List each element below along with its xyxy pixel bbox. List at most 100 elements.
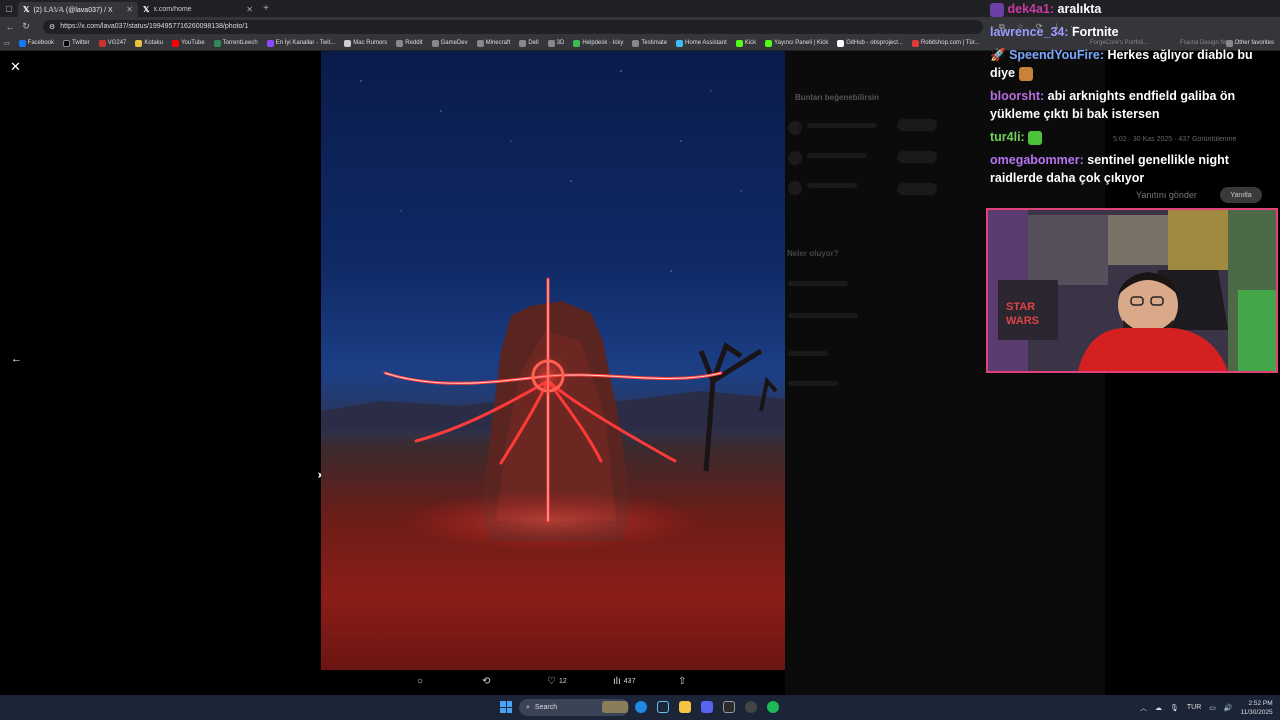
site-info-icon[interactable]: ⚙ xyxy=(49,23,55,31)
x-logo-icon: 𝕏 xyxy=(143,5,150,14)
torrentleech-icon xyxy=(213,39,221,47)
trend-item[interactable] xyxy=(788,313,858,318)
macrumors-icon xyxy=(344,39,352,47)
whats-happening-heading: Neler oluyor? xyxy=(787,249,839,258)
bookmark[interactable]: YouTube xyxy=(172,39,205,47)
trend-item[interactable] xyxy=(788,381,838,386)
chat-badge-icon xyxy=(990,2,1004,17)
svg-text:WARS: WARS xyxy=(1006,315,1039,327)
bookmark[interactable]: Reddit xyxy=(396,39,423,47)
bookmark[interactable]: Testimate xyxy=(632,39,667,47)
tab-title: x.com/home xyxy=(153,6,192,13)
language-indicator[interactable]: TUR xyxy=(1187,704,1201,711)
like-action[interactable]: ♡ 12 xyxy=(547,676,567,687)
follow-button[interactable] xyxy=(897,119,937,131)
folder-icon xyxy=(476,39,484,47)
follow-button[interactable] xyxy=(897,151,937,163)
back-icon[interactable]: ← xyxy=(5,22,15,32)
folder-icon xyxy=(632,39,640,47)
spotify-icon[interactable] xyxy=(767,701,779,713)
url-field[interactable]: ⚙ https://x.com/lava037/status/199495771… xyxy=(43,19,983,34)
might-like-heading: Bunları beğenebilirsin xyxy=(795,93,880,102)
trend-item[interactable] xyxy=(788,281,848,286)
obs-icon[interactable] xyxy=(745,701,757,713)
file-explorer-icon[interactable] xyxy=(679,701,691,713)
bookmark[interactable]: Mac Rumors xyxy=(344,39,387,47)
tab-close-icon[interactable]: ✕ xyxy=(246,5,253,14)
bookmark[interactable]: Kotaku xyxy=(135,39,163,47)
chat-username: omegabommer: xyxy=(990,153,1084,167)
close-icon[interactable]: ✕ xyxy=(10,59,21,75)
clock-time: 2:52 PM xyxy=(1248,699,1273,707)
bookmark[interactable]: Kick xyxy=(735,39,756,47)
discord-icon[interactable] xyxy=(701,701,713,713)
reload-icon[interactable]: ↻ xyxy=(21,21,31,32)
github-icon xyxy=(837,39,845,47)
bookmark[interactable]: En İyi Kanallar - Twit... xyxy=(266,39,335,47)
suggestion-name xyxy=(807,123,877,128)
emote-icon xyxy=(1028,130,1043,145)
bookmark[interactable]: Robitshop.com | Tür... xyxy=(911,39,979,47)
tweet-photo[interactable] xyxy=(321,51,785,670)
bookmark[interactable]: Twitter xyxy=(63,39,90,47)
bookmark[interactable]: Home Assistant xyxy=(676,39,727,47)
bookmark[interactable]: Helpdesk · Icky xyxy=(573,39,623,47)
display-icon[interactable]: ▭ xyxy=(1209,704,1216,712)
youtube-icon xyxy=(172,39,180,47)
microphone-icon[interactable]: 🎙 xyxy=(1170,704,1179,712)
new-tab-icon[interactable]: + xyxy=(258,3,274,14)
kotaku-icon xyxy=(135,39,143,47)
widget-icon[interactable] xyxy=(602,701,628,713)
chat-username: bloorsht: xyxy=(990,89,1045,103)
views-chart-icon: ılı xyxy=(613,676,621,687)
avatar xyxy=(788,181,802,195)
tab-menu-icon[interactable]: ▢ xyxy=(0,0,18,17)
chat-message: dek4a1: aralıkta xyxy=(990,0,1275,18)
views-action[interactable]: ılı 437 xyxy=(613,676,635,687)
share-icon: ⇧ xyxy=(678,676,687,687)
browser-tab[interactable]: 𝕏 x.com/home ✕ xyxy=(138,2,258,17)
chat-username: lawrence_34: xyxy=(990,25,1069,39)
folder-icon xyxy=(431,39,439,47)
chat-username: SpeendYouFire: xyxy=(1009,48,1104,62)
retweet-action[interactable]: ⟲ xyxy=(482,676,493,687)
follow-button[interactable] xyxy=(897,183,937,195)
bookmark[interactable]: Yayıncı Paneli | Kick xyxy=(765,39,828,47)
reply-action[interactable]: ○ xyxy=(417,676,426,687)
edge-browser-icon[interactable] xyxy=(635,701,647,713)
windows-start-icon[interactable] xyxy=(500,701,512,713)
twitter-icon xyxy=(63,39,71,47)
tab-close-icon[interactable]: ✕ xyxy=(126,5,133,14)
suggestion-name xyxy=(807,153,867,158)
robitshop-icon xyxy=(911,39,919,47)
share-action[interactable]: ⇧ xyxy=(678,676,686,687)
browser-tab-active[interactable]: 𝕏 (2) 𝕃𝔸𝕍𝔸 (@lava037) / X ✕ xyxy=(18,2,138,17)
bookmark[interactable]: GitHub - obsproject... xyxy=(837,39,903,47)
app-icon[interactable] xyxy=(723,701,735,713)
helpdesk-icon xyxy=(573,39,581,47)
cloud-icon[interactable]: ☁ xyxy=(1155,704,1162,712)
clock[interactable]: 2:52 PM 11/30/2025 xyxy=(1241,699,1273,717)
bookmark[interactable]: Dell xyxy=(519,39,539,47)
twitch-icon xyxy=(266,39,274,47)
chat-username: tur4li: xyxy=(990,130,1025,144)
kick-icon xyxy=(765,39,773,47)
steam-icon[interactable] xyxy=(657,701,669,713)
bookmarks-menu-icon[interactable]: ▭ xyxy=(4,40,10,47)
bookmark[interactable]: Minecraft xyxy=(476,39,510,47)
volume-icon[interactable]: 🔊 xyxy=(1224,704,1233,712)
bookmark[interactable]: TorrentLeech xyxy=(213,39,258,47)
bookmark[interactable]: GameDev xyxy=(431,39,468,47)
bookmark[interactable]: 3D xyxy=(547,39,564,47)
tab-title: (2) 𝕃𝔸𝕍𝔸 (@lava037) / X xyxy=(33,6,113,14)
url-text: https://x.com/lava037/status/19949577162… xyxy=(60,23,249,30)
bookmark[interactable]: VG247 xyxy=(98,39,126,47)
trend-item[interactable] xyxy=(788,351,828,356)
facebook-icon xyxy=(18,39,26,47)
chevron-up-icon[interactable]: ︿ xyxy=(1140,703,1147,713)
rocket-icon: 🚀 xyxy=(990,48,1006,62)
kick-icon xyxy=(735,39,743,47)
bookmark[interactable]: Facebook xyxy=(18,39,54,47)
arrow-left-icon[interactable]: ← xyxy=(11,353,22,365)
suggestion-name xyxy=(807,183,857,188)
